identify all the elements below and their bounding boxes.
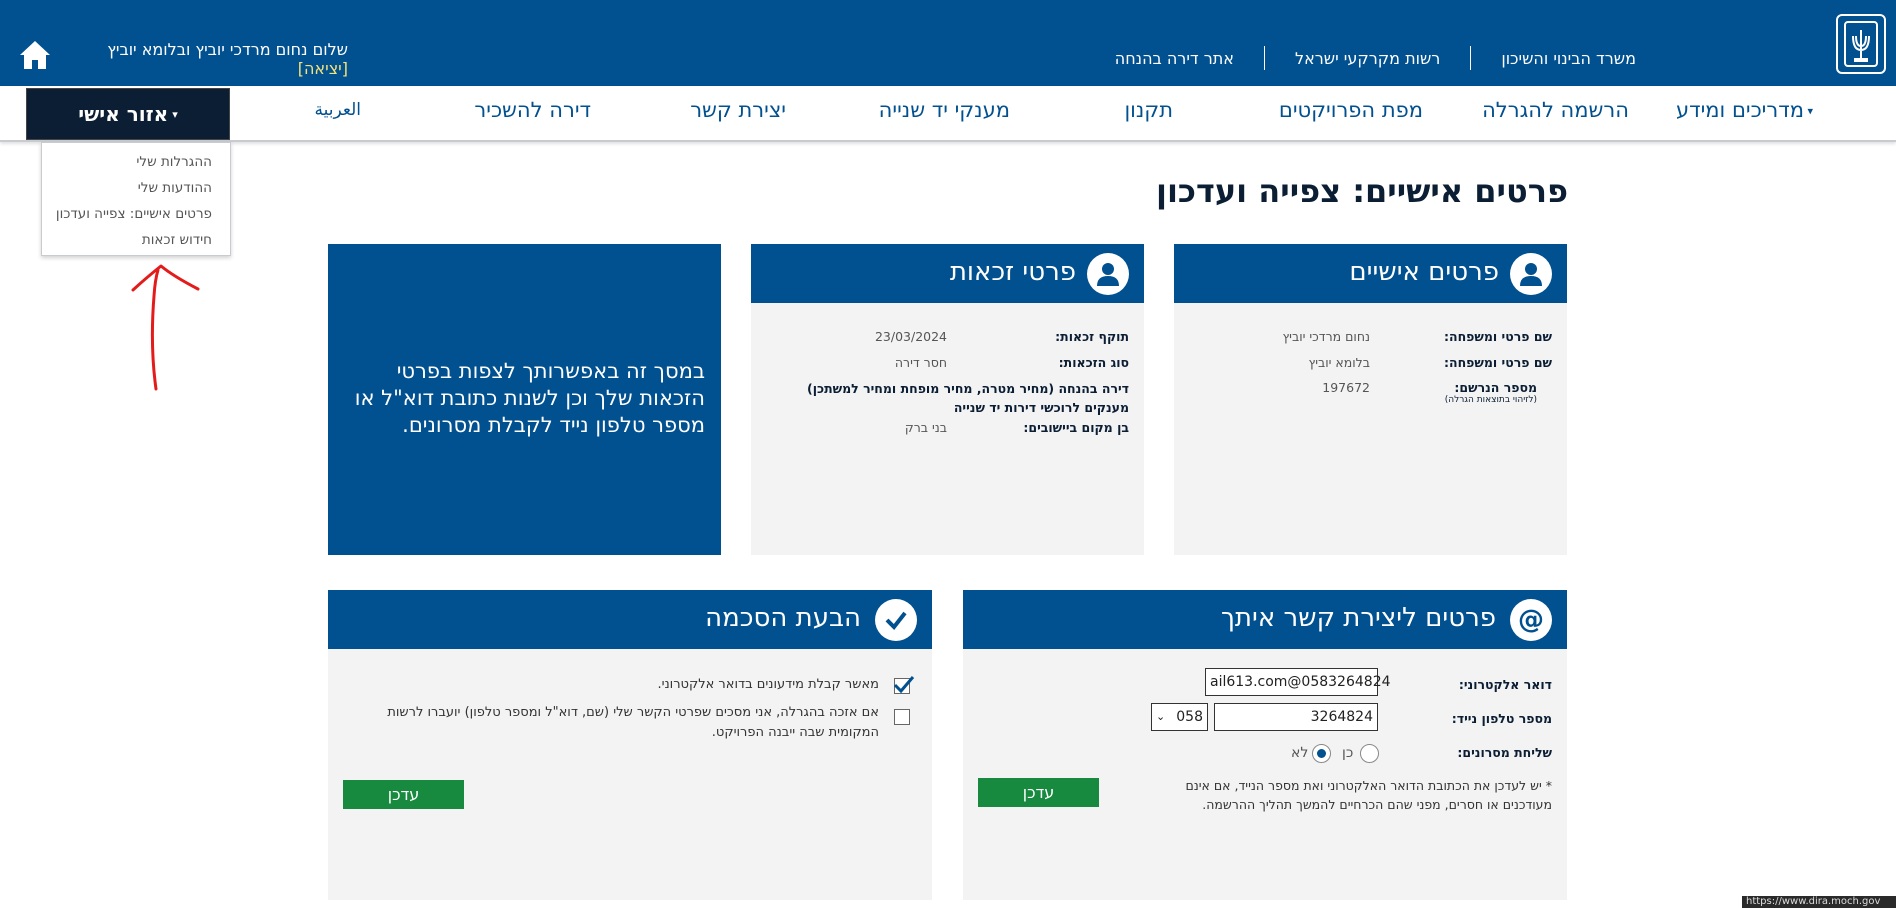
nav-secondhand-grants[interactable]: מענקי יד שנייה (879, 98, 1010, 122)
nav-arabic[interactable]: العربية (315, 100, 361, 120)
dropdown-item-renew-eligibility[interactable]: חידוש זכאות (42, 227, 212, 253)
registrant-number-label: מספר הנרשם: (1454, 380, 1537, 395)
personal-details-card: פרטים אישיים שם פרטי ומשפחה: נחום מרדכי … (1174, 244, 1567, 555)
validity-label: תוקף זכאות: (1055, 329, 1129, 344)
dropdown-item-personal-details[interactable]: פרטים אישיים: צפייה ועדכון (42, 201, 212, 227)
update-contact-button[interactable]: עדכן (978, 778, 1099, 807)
card-title: הבעת הסכמה (705, 603, 861, 633)
status-bar-url: https://www.dira.moch.gov (1742, 896, 1896, 908)
email-label: דואר אלקטרוני: (1458, 677, 1552, 692)
share-details-checkbox[interactable] (894, 709, 910, 725)
top-link-ministry[interactable]: משרד הבינוי והשיכון (1471, 49, 1666, 68)
card-title: פרטי זכאות (949, 257, 1076, 287)
eligibility-type-label: סוג הזכאות: (1058, 355, 1129, 370)
validity-value: 23/03/2024 (874, 329, 947, 344)
card-header: @ פרטים ליצירת קשר איתך (963, 590, 1567, 649)
phone-field[interactable]: 3264824 (1214, 703, 1378, 731)
red-arrow-annotation (131, 264, 200, 391)
at-sign-icon: @ (1510, 599, 1552, 641)
sms-no-label: לא (1291, 745, 1309, 761)
page-title: פרטים אישיים: צפייה ועדכון (1155, 172, 1568, 210)
main-nav: מדריכים ומידע ▾ הרשמה להגרלה מפת הפרויקט… (0, 86, 1896, 142)
dropdown-item-my-lotteries[interactable]: ההגרלות שלי (42, 149, 212, 175)
card-header: פרטי זכאות (751, 244, 1144, 303)
contact-note: * יש לעדכן את הכתובת הדואר האלקטרוני ואת… (1185, 778, 1552, 812)
card-title: פרטים ליצירת קשר איתך (1220, 603, 1496, 633)
personal-area-dropdown: ההגרלות שלי ההודעות שלי פרטים אישיים: צפ… (41, 142, 231, 256)
nav-personal-area[interactable]: אזור אישי ▾ (26, 88, 230, 140)
sms-no-radio[interactable] (1312, 744, 1331, 763)
state-emblem-logo[interactable] (1836, 14, 1886, 74)
registrant-number-value: 197672 (1322, 380, 1370, 395)
sms-yes-radio[interactable] (1360, 744, 1379, 763)
card-header: פרטים אישיים (1174, 244, 1567, 303)
eligibility-line-discount: דירה בהנחה (מחיר מטרה, מחיר מופחת ומחיר … (807, 381, 1129, 396)
name-value-2: בלומא יוביץ (1308, 355, 1370, 370)
nav-rent-apartment[interactable]: דירה להשכיר (474, 98, 591, 122)
name-label-2: שם פרטי ומשפחה: (1443, 355, 1552, 370)
settler-label: בן מקום ביישובים: (1023, 420, 1129, 435)
checkmark-icon (875, 599, 917, 641)
nav-regulations[interactable]: תקנון (1124, 98, 1173, 122)
nav-projects-map[interactable]: מפת הפרויקטים (1279, 98, 1423, 122)
sms-yes-label: כן (1342, 745, 1354, 761)
top-link-dira-site[interactable]: אתר דירה בהנחה (1085, 49, 1264, 68)
phone-prefix-select[interactable]: ⌄ 058 (1151, 703, 1208, 731)
caret-down-icon: ▾ (1803, 104, 1813, 118)
phone-label: מספר טלפון נייד: (1451, 711, 1552, 726)
name-value-1: נחום מרדכי יוביץ (1282, 329, 1370, 344)
registrant-number-note: (לזיהוי בתוצאות הגרלה) (1444, 395, 1537, 405)
user-icon (1087, 253, 1129, 295)
contact-details-card: @ פרטים ליצירת קשר איתך דואר אלקטרוני: a… (963, 590, 1567, 900)
nav-guides[interactable]: מדריכים ומידע ▾ (1676, 98, 1813, 122)
card-header: הבעת הסכמה (328, 590, 932, 649)
chevron-down-icon: ⌄ (1156, 710, 1166, 723)
name-label-1: שם פרטי ומשפחה: (1443, 329, 1552, 344)
eligibility-line-grants: מענקים לרוכשי דירות יד שנייה (953, 400, 1129, 415)
user-icon (1510, 253, 1552, 295)
card-title: פרטים אישיים (1349, 257, 1499, 287)
consent-card: הבעת הסכמה מאשר קבלת מידעונים בדואר אלקט… (328, 590, 932, 900)
newsletter-checkbox[interactable] (893, 676, 915, 694)
home-icon[interactable] (18, 38, 52, 72)
dropdown-item-my-messages[interactable]: ההודעות שלי (42, 175, 212, 201)
top-bar: משרד הבינוי והשיכון רשות מקרקעי ישראל את… (0, 0, 1896, 100)
greeting-text: שלום נחום מרדכי יוביץ ובלומא יוביץ (107, 40, 348, 59)
share-details-consent-label: אם אזכה בהגרלה, אני מסכים שפרטי הקשר שלי… (387, 705, 879, 740)
checkmark-icon (893, 676, 915, 694)
nav-contact[interactable]: יצירת קשר (690, 98, 786, 122)
sms-label: שליחת מסרונים: (1457, 745, 1552, 760)
eligibility-card: פרטי זכאות תוקף זכאות: 23/03/2024 סוג הז… (751, 244, 1144, 555)
settler-value: בני ברק (904, 420, 947, 435)
email-field[interactable]: ail613.com@0583264824 (1205, 668, 1391, 696)
info-box: במסך זה באפשרותך לצפות בפרטי הזכאות שלך … (328, 244, 721, 555)
caret-down-icon: ▾ (172, 107, 178, 121)
update-consent-button[interactable]: עדכן (343, 780, 464, 809)
logout-link[interactable]: [יציאה] (298, 59, 348, 78)
eligibility-type-value: חסר דירה (894, 355, 947, 370)
nav-register-lottery[interactable]: הרשמה להגרלה (1482, 98, 1629, 122)
top-link-land-authority[interactable]: רשות מקרקעי ישראל (1265, 49, 1470, 68)
newsletter-consent-label: מאשר קבלת מידעונים בדואר אלקטרוני. (657, 677, 879, 692)
